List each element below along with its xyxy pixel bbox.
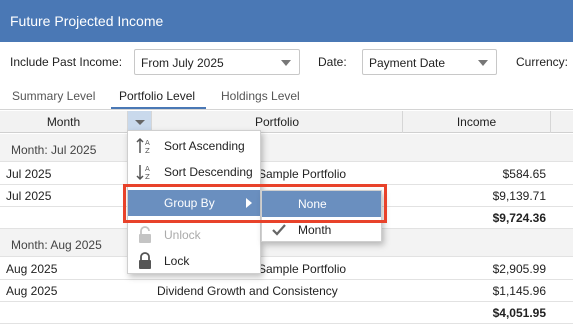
cell-month: Aug 2025	[6, 262, 58, 276]
include-past-value: From July 2025	[141, 56, 224, 70]
menu-item-label: Group By	[164, 196, 215, 210]
tab-holdings-level[interactable]: Holdings Level	[221, 89, 300, 103]
lock-icon	[139, 252, 151, 269]
column-header-income[interactable]: Income	[403, 111, 551, 133]
filter-bar: Include Past Income: From July 2025 Date…	[0, 42, 573, 82]
include-past-select[interactable]: From July 2025	[134, 49, 300, 75]
cell-income: $9,139.71	[492, 189, 546, 203]
svg-text:A: A	[145, 165, 150, 173]
submenu-item-label: None	[298, 197, 327, 211]
group-by-submenu: None Month	[261, 190, 382, 242]
tab-portfolio-level[interactable]: Portfolio Level	[119, 89, 195, 103]
include-past-label: Include Past Income:	[10, 55, 123, 69]
menu-item-label: Unlock	[164, 228, 201, 242]
menu-item-label: Sort Descending	[164, 165, 253, 179]
svg-text:Z: Z	[145, 173, 150, 181]
menu-item-sort-descending[interactable]: A Z Sort Descending	[128, 159, 260, 185]
tab-bar: Summary Level Portfolio Level Holdings L…	[0, 82, 573, 110]
window-title: Future Projected Income	[10, 13, 164, 29]
group-header-label: Month: Jul 2025	[11, 143, 97, 157]
chevron-down-icon	[281, 60, 291, 66]
menu-item-unlock: Unlock	[128, 222, 260, 248]
date-value: Payment Date	[369, 56, 446, 70]
menu-item-group-by[interactable]: Group By	[128, 190, 260, 216]
currency-label: Currency:	[516, 55, 569, 69]
title-bar: Future Projected Income	[0, 0, 573, 42]
table-row[interactable]: Jul 2025 Sample Portfolio $584.65	[0, 163, 573, 185]
cell-income: $584.65	[502, 167, 546, 181]
svg-text:Z: Z	[145, 147, 150, 155]
menu-item-sort-ascending[interactable]: A Z Sort Ascending	[128, 133, 260, 159]
cell-income: $1,145.96	[492, 284, 546, 298]
cell-month: Aug 2025	[6, 284, 58, 298]
group-total: $9,724.36	[492, 211, 546, 225]
cell-month: Jul 2025	[6, 167, 52, 181]
menu-item-label: Sort Ascending	[164, 139, 245, 153]
chevron-down-icon	[478, 60, 488, 66]
submenu-item-label: Month	[298, 223, 332, 237]
cell-portfolio: Sample Portfolio	[258, 262, 347, 276]
group-header-label: Month: Aug 2025	[11, 238, 102, 252]
unlock-icon	[139, 226, 151, 243]
column-header-month[interactable]: Month	[0, 111, 128, 133]
cell-portfolio: Sample Portfolio	[258, 167, 347, 181]
cell-portfolio: Dividend Growth and Consistency	[157, 284, 338, 298]
cell-income: $2,905.99	[492, 262, 546, 276]
sort-descending-icon: A Z	[136, 165, 150, 181]
chevron-right-icon	[246, 198, 252, 208]
group-total: $4,051.95	[492, 306, 546, 320]
table-row[interactable]: Aug 2025 Dividend Growth and Consistency…	[0, 280, 573, 302]
column-context-menu: A Z Sort Ascending A Z Sort Descending G…	[127, 130, 261, 274]
tab-summary-level[interactable]: Summary Level	[12, 89, 95, 103]
submenu-item-none[interactable]: None	[262, 191, 381, 217]
svg-text:A: A	[145, 139, 150, 147]
cell-month: Jul 2025	[6, 189, 52, 203]
grid-header: Month Portfolio Income	[0, 111, 573, 133]
active-tab-indicator	[111, 107, 206, 109]
group-total-row: $4,051.95	[0, 302, 573, 324]
menu-item-label: Lock	[164, 254, 190, 268]
date-label: Date:	[318, 55, 347, 69]
submenu-item-month[interactable]: Month	[262, 217, 381, 243]
table-row[interactable]: Aug 2025 Sample Portfolio $2,905.99	[0, 258, 573, 280]
date-select[interactable]: Payment Date	[362, 49, 497, 75]
chevron-down-icon	[135, 120, 145, 125]
menu-item-lock[interactable]: Lock	[128, 248, 260, 274]
checkmark-icon	[272, 224, 286, 236]
sort-ascending-icon: A Z	[136, 137, 150, 155]
group-header[interactable]: Month: Jul 2025	[0, 134, 573, 162]
